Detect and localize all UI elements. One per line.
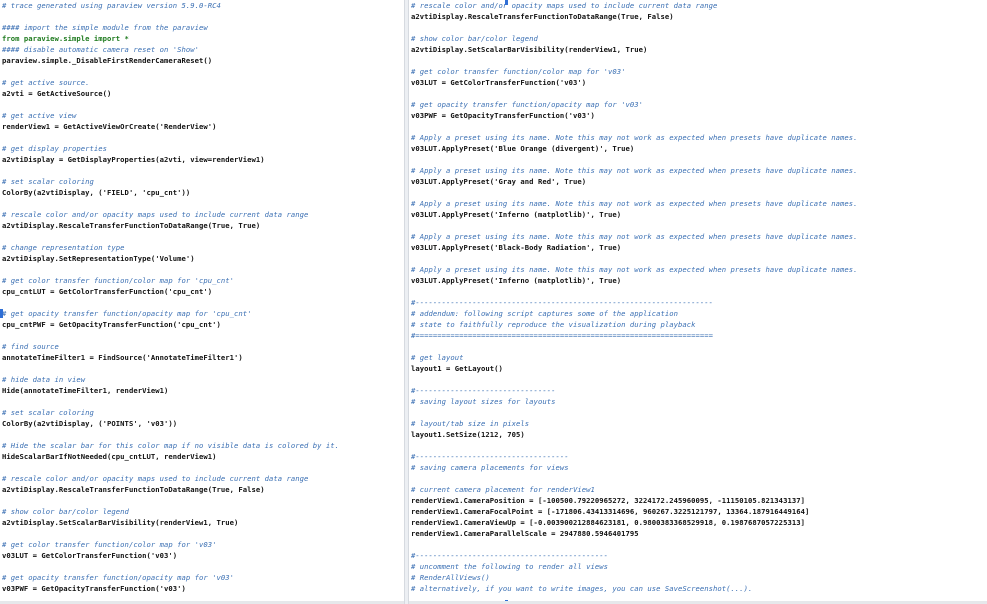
right-pane-line: renderView1.CameraFocalPoint = [-171806.… bbox=[411, 507, 810, 516]
right-pane-line: v03LUT.ApplyPreset('Gray and Red', True) bbox=[411, 177, 587, 186]
left-pane-line: # find source bbox=[2, 342, 59, 351]
left-pane-line: a2vtiDisplay = GetDisplayProperties(a2vt… bbox=[2, 155, 265, 164]
right-pane-line: # Apply a preset using its name. Note th… bbox=[411, 199, 858, 208]
left-pane-line: a2vtiDisplay.SetScalarBarVisibility(rend… bbox=[2, 518, 239, 527]
right-pane-line: a2vtiDisplay.RescaleTransferFunctionToDa… bbox=[411, 12, 674, 21]
right-pane-line: v03LUT.ApplyPreset('Inferno (matplotlib)… bbox=[411, 276, 622, 285]
right-pane-line: v03PWF = GetOpacityTransferFunction('v03… bbox=[411, 111, 595, 120]
left-pane-line: from paraview.simple import * bbox=[2, 34, 129, 43]
right-pane-line: layout1.SetSize(1212, 705) bbox=[411, 430, 525, 439]
left-pane-line: v03PWF = GetOpacityTransferFunction('v03… bbox=[2, 584, 186, 593]
left-pane-line: # rescale color and/or opacity maps used… bbox=[2, 210, 309, 219]
right-pane-line: # alternatively, if you want to write im… bbox=[411, 584, 753, 593]
right-pane-line: # show color bar/color legend bbox=[411, 34, 538, 43]
left-pane-line: v03LUT = GetColorTransferFunction('v03') bbox=[2, 551, 178, 560]
left-pane-line: # get active view bbox=[2, 111, 77, 120]
left-pane-line: ColorBy(a2vtiDisplay, ('POINTS', 'v03')) bbox=[2, 419, 178, 428]
left-pane-line: a2vtiDisplay.SetRepresentationType('Volu… bbox=[2, 254, 195, 263]
left-pane-line: annotateTimeFilter1 = FindSource('Annota… bbox=[2, 353, 243, 362]
left-pane-line: #### import the simple module from the p… bbox=[2, 23, 208, 32]
right-editor-pane[interactable]: # rescale color and/or opacity maps used… bbox=[409, 0, 987, 604]
left-pane-line: # change representation type bbox=[2, 243, 125, 252]
left-pane-line: #### disable automatic camera reset on '… bbox=[2, 45, 199, 54]
left-pane-line: a2vtiDisplay.RescaleTransferFunctionToDa… bbox=[2, 221, 261, 230]
right-pane-line: # layout/tab size in pixels bbox=[411, 419, 530, 428]
right-pane-line: #=======================================… bbox=[411, 331, 714, 340]
right-pane-line: # RenderAllViews() bbox=[411, 573, 490, 582]
right-pane-line: # addendum: following script captures so… bbox=[411, 309, 679, 318]
left-pane-line: Hide(annotateTimeFilter1, renderView1) bbox=[2, 386, 169, 395]
right-top-marker bbox=[505, 0, 508, 5]
left-pane-line: cpu_cntLUT = GetColorTransferFunction('c… bbox=[2, 287, 213, 296]
left-pane-line: a2vti = GetActiveSource() bbox=[2, 89, 112, 98]
right-pane-line: # Apply a preset using its name. Note th… bbox=[411, 265, 858, 274]
right-pane-line: layout1 = GetLayout() bbox=[411, 364, 503, 373]
left-pane-line: paraview.simple._DisableFirstRenderCamer… bbox=[2, 56, 213, 65]
right-pane-line: # get opacity transfer function/opacity … bbox=[411, 100, 643, 109]
left-pane-line: # trace generated using paraview version… bbox=[2, 1, 221, 10]
left-pane-line: renderView1 = GetActiveViewOrCreate('Ren… bbox=[2, 122, 217, 131]
right-pane-line: v03LUT = GetColorTransferFunction('v03') bbox=[411, 78, 587, 87]
left-pane-line: # get active source. bbox=[2, 78, 90, 87]
right-pane-line: renderView1.CameraViewUp = [-0.003900212… bbox=[411, 518, 805, 527]
left-pane-line: ColorBy(a2vtiDisplay, ('FIELD', 'cpu_cnt… bbox=[2, 188, 191, 197]
right-pane-line: # saving layout sizes for layouts bbox=[411, 397, 556, 406]
right-pane-line: #---------------------------------------… bbox=[411, 551, 608, 560]
left-pane-line: # get color transfer function/color map … bbox=[2, 540, 217, 549]
right-pane-line: # saving camera placements for views bbox=[411, 463, 569, 472]
right-pane-line: # uncomment the following to render all … bbox=[411, 562, 608, 571]
right-pane-line: # get color transfer function/color map … bbox=[411, 67, 626, 76]
right-pane-line: #---------------------------------------… bbox=[411, 298, 714, 307]
left-pane-line: # set scalar coloring bbox=[2, 408, 94, 417]
left-pane-line: # hide data in view bbox=[2, 375, 86, 384]
right-pane-line: renderView1.CameraPosition = [-100500.79… bbox=[411, 496, 805, 505]
left-pane-line: # Hide the scalar bar for this color map… bbox=[2, 441, 340, 450]
right-pane-line: v03LUT.ApplyPreset('Blue Orange (diverge… bbox=[411, 144, 635, 153]
right-pane-line: v03LUT.ApplyPreset('Inferno (matplotlib)… bbox=[411, 210, 622, 219]
left-pane-line: # get color transfer function/color map … bbox=[2, 276, 234, 285]
left-pane-line: # get opacity transfer function/opacity … bbox=[2, 573, 234, 582]
right-pane-line: # Apply a preset using its name. Note th… bbox=[411, 232, 858, 241]
left-pane-line: cpu_cntPWF = GetOpacityTransferFunction(… bbox=[2, 320, 221, 329]
right-pane-line: a2vtiDisplay.SetScalarBarVisibility(rend… bbox=[411, 45, 648, 54]
right-pane-line: v03LUT.ApplyPreset('Black-Body Radiation… bbox=[411, 243, 622, 252]
right-pane-line: #-------------------------------- bbox=[411, 386, 556, 395]
left-pane-line: # set scalar coloring bbox=[2, 177, 94, 186]
left-pane-line: # get opacity transfer function/opacity … bbox=[2, 309, 252, 318]
right-pane-line: #----------------------------------- bbox=[411, 452, 569, 461]
right-pane-line: # Apply a preset using its name. Note th… bbox=[411, 133, 858, 142]
right-pane-line: renderView1.CameraParallelScale = 294788… bbox=[411, 529, 639, 538]
left-editor-pane[interactable]: # trace generated using paraview version… bbox=[0, 0, 405, 604]
left-pane-line: a2vtiDisplay.RescaleTransferFunctionToDa… bbox=[2, 485, 265, 494]
right-pane-line: # current camera placement for renderVie… bbox=[411, 485, 595, 494]
left-pane-line: HideScalarBarIfNotNeeded(cpu_cntLUT, ren… bbox=[2, 452, 217, 461]
right-pane-line: # get layout bbox=[411, 353, 464, 362]
right-pane-line: # Apply a preset using its name. Note th… bbox=[411, 166, 858, 175]
left-pane-line: # get display properties bbox=[2, 144, 108, 153]
left-pane-line: # show color bar/color legend bbox=[2, 507, 129, 516]
right-pane-line: # state to faithfully reproduce the visu… bbox=[411, 320, 696, 329]
right-pane-line: # rescale color and/or opacity maps used… bbox=[411, 1, 718, 10]
left-text-cursor bbox=[0, 309, 3, 318]
left-pane-line: # rescale color and/or opacity maps used… bbox=[2, 474, 309, 483]
